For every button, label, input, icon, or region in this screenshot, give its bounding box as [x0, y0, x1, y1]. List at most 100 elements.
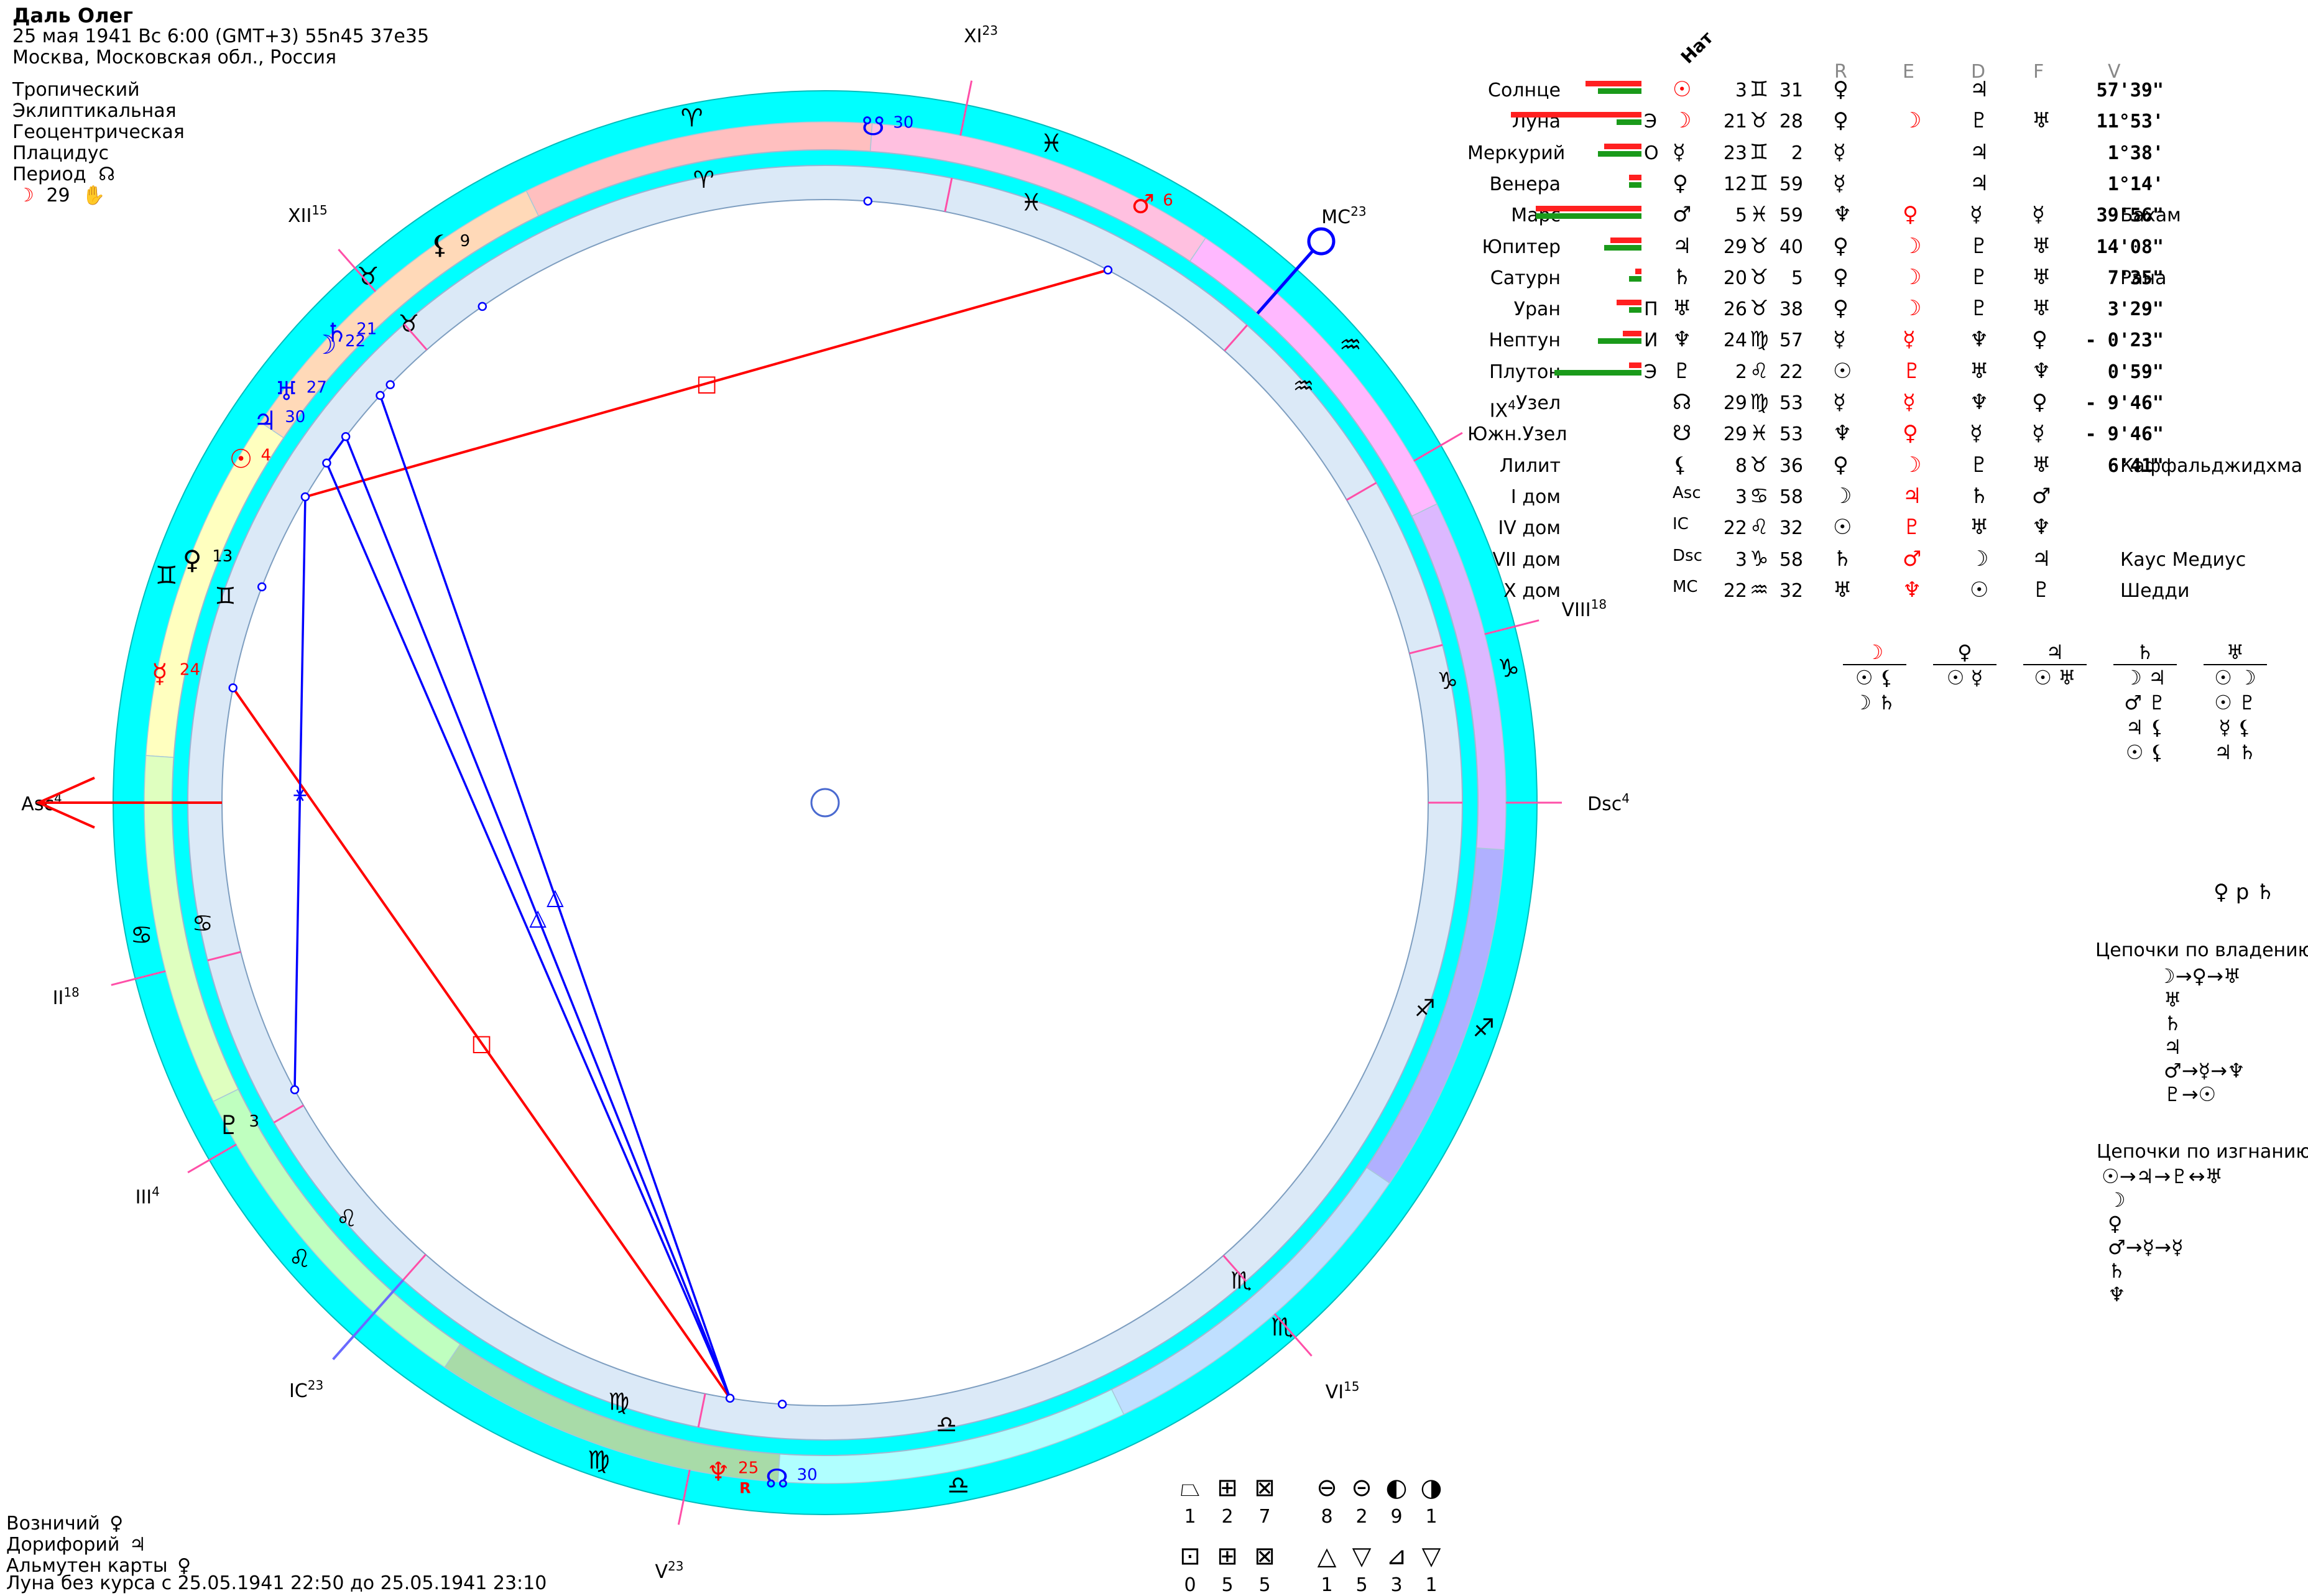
table-row[interactable]: I дом Asc 3 ♋ 58 ☽ ♃ ♄ ♂ [1467, 481, 2301, 512]
table-row[interactable]: Юпитер ♃ 29 ♉ 40 ♀ ☽ ♇ ♅ 14'08" [1467, 231, 2301, 262]
counter-icon: ⊞ [1217, 1474, 1238, 1502]
strength-bar [1635, 268, 1641, 274]
counter-value: 8 [1321, 1506, 1333, 1528]
minutes: 36 [1779, 454, 1803, 477]
degree: 3 [1735, 80, 1747, 101]
sign-icon: ♉ [1750, 296, 1769, 321]
fall-icon: ♇ [2032, 577, 2051, 602]
detriment-icon: ♇ [1970, 452, 1989, 477]
dispositor-item: ☉ ⚸ [1855, 666, 1895, 690]
planet-glyph-icon: ♆ [706, 1456, 730, 1487]
rulership-icon: ♀ [1833, 452, 1849, 477]
chain-line: ♄ [2108, 1259, 2126, 1283]
zodiac-sign-icon: ♓ [1021, 188, 1042, 216]
counter-value: 0 [1184, 1574, 1196, 1596]
strength-bar [1604, 244, 1641, 251]
center-circle [810, 788, 840, 818]
strength-bar [1629, 182, 1641, 188]
zodiac-sign-icon: ♊ [155, 561, 178, 590]
aspect-counters: ⏢ 1 ⊞ 2 ⊠ 7 ⊖ 8 ⊝ 2 ◐ 9 ◑ 1 ⊡ 0 ⊞ 5 ⊠ 5 △ 1 ▽ 5 ⊿ 3 ▽ 1 [1175, 1474, 1474, 1596]
detriment-icon: ♆ [1970, 327, 1989, 353]
zodiac-sign-icon: ♑ [1437, 667, 1458, 694]
planet-glyph-icon: ☿ [1673, 139, 1686, 165]
rulership-icon: ☉ [1833, 358, 1852, 384]
rulership-icon: ♆ [1833, 202, 1852, 228]
table-row[interactable]: Плутон Э ♇ 2 ♌ 22 ☉ ♇ ♅ ♆ 0'59" [1467, 356, 2301, 387]
house-cusp-label: Dsc4 [1587, 791, 1630, 815]
status-marker: Э [1644, 111, 1657, 133]
counter-icon: ⊠ [1254, 1474, 1275, 1502]
table-row[interactable]: Сатурн ♄ 20 ♉ 5 ♀ ☽ ♇ ♅ 7'35" Рана [1467, 262, 2301, 293]
chain-line: ♇→☉ [2164, 1082, 2217, 1106]
table-row[interactable]: X дом MC 22 ♒ 32 ♅ ♆ ☉ ♇ Шедди [1467, 575, 2301, 606]
planet-glyph-icon: ♄ [325, 318, 348, 348]
speed-value: 3'29" [2107, 298, 2164, 321]
zodiac-sign-icon: ♎ [947, 1471, 969, 1500]
hand-icon: ✋ [82, 185, 106, 206]
table-row[interactable]: Марс♂5♓59♆♀☿☿39'56"Бахам [1467, 200, 2301, 231]
planet-degree-label: 9 [460, 232, 471, 251]
minutes: 58 [1779, 486, 1803, 508]
counter-icon: ⊖ [1316, 1474, 1337, 1502]
zodiac-sign-icon: ♈ [693, 166, 714, 193]
speed-value: 11°53' [2096, 111, 2164, 133]
planet-name: Узел [1516, 392, 1561, 414]
chains-exile-title: Цепочки по изгнанию [2097, 1141, 2308, 1163]
degree: 26 [1723, 298, 1747, 321]
table-row[interactable]: Узел ☊ 29 ♍ 53 ☿ ☿ ♆ ♀ - 9'46" [1467, 387, 2301, 418]
table-row[interactable]: Лилит ⚸ 8 ♉ 36 ♀ ☽ ♇ ♅ 6'41" Каффальджидхма [1467, 450, 2302, 481]
aspect-mark-icon: ⚹ [293, 781, 307, 806]
detriment-icon: ♃ [1970, 139, 1989, 165]
planet-name: VII дом [1492, 548, 1561, 571]
moon-icon: ☽ [17, 185, 34, 206]
minutes: 38 [1779, 298, 1803, 321]
table-row[interactable]: Южн.Узел ☋ 29 ♓ 53 ♆ ♀ ☿ ☿ - 9'46" [1467, 418, 2301, 450]
planet-name: Меркурий [1467, 142, 1566, 164]
fixed-star-note: Каус Медиус [2120, 548, 2246, 571]
degree: 3 [1735, 486, 1747, 508]
dispositor-item: ☽ ♃ [2124, 666, 2166, 690]
minutes: 32 [1779, 579, 1803, 602]
dispositor-group: ☽ ☉ ⚸ ☽ ♄ [1840, 640, 1909, 777]
planet-position-dot [1103, 265, 1113, 275]
strength-bar [1604, 143, 1641, 149]
planet-degree-label: 21 [356, 320, 377, 339]
dispositor-item: ☉ ♅ [2034, 666, 2076, 690]
table-row[interactable]: Меркурий О ☿ 23 ♊ 2 ☿ ♃ 1°38' [1467, 137, 2301, 168]
planet-glyph-icon: ☉ [229, 443, 253, 474]
strength-bar [1629, 362, 1641, 368]
sign-icon: ♋ [1750, 483, 1769, 509]
planet-glyph-icon: IC [1673, 515, 1689, 534]
exaltation-icon: ☽ [1903, 452, 1922, 477]
table-row[interactable]: VII дом Dsc 3 ♑ 58 ♄ ♂ ☽ ♃ Каус Медиус [1467, 544, 2301, 575]
dispositor-group: ♅ ☉ ☽ ☉ ♇ ☿ ⚸ ♃ ♄ [2201, 640, 2269, 777]
table-row[interactable]: Луна Э ☽ 21 ♉ 28 ♀ ☽ ♇ ♅ 11°53' [1467, 106, 2301, 137]
exaltation-icon: ♂ [1903, 546, 1922, 571]
zodiac-sign-icon: ♒ [1293, 372, 1314, 399]
status-marker: Э [1644, 361, 1657, 383]
planet-glyph-icon: ☊ [765, 1463, 788, 1493]
degree: 8 [1735, 454, 1747, 477]
rulership-icon: ☿ [1833, 327, 1846, 353]
table-row[interactable]: Солнце ☉ 3 ♊ 31 ♀ ♃ 57'39" [1467, 75, 2301, 106]
counter-value: 3 [1390, 1574, 1403, 1596]
table-row[interactable]: IV дом IC 22 ♌ 32 ☉ ♇ ♅ ♆ [1467, 512, 2301, 543]
planet-glyph-icon: Asc [1673, 483, 1701, 502]
table-row[interactable]: Нептун И ♆ 24 ♍ 57 ☿ ☿ ♆ ♀ - 0'23" [1467, 325, 2301, 356]
planet-degree-label: 3 [249, 1112, 259, 1131]
planet-name: Плутон [1489, 361, 1561, 383]
counter-value: 2 [1355, 1506, 1368, 1528]
degree: 29 [1723, 392, 1747, 414]
counter-icon: ▽ [1352, 1542, 1372, 1571]
counter-icon: ⊡ [1179, 1542, 1201, 1571]
table-row[interactable]: Уран П ♅ 26 ♉ 38 ♀ ☽ ♇ ♅ 3'29" [1467, 293, 2301, 325]
dispositor-top-icon: ♅ [2226, 640, 2245, 664]
minutes: 57 [1779, 330, 1803, 352]
sign-icon: ♊ [1750, 77, 1769, 102]
zodiac-sign-icon: ♏ [1271, 1313, 1293, 1342]
planet-glyph-icon: MC [1673, 577, 1698, 596]
planet-glyph-icon: ♃ [1673, 233, 1692, 259]
table-row[interactable]: Венера ♀ 12 ♊ 59 ☿ ♃ 1°14' [1467, 168, 2301, 200]
house-cusp-label: III4 [136, 1184, 160, 1208]
counter-value: 7 [1258, 1506, 1271, 1528]
